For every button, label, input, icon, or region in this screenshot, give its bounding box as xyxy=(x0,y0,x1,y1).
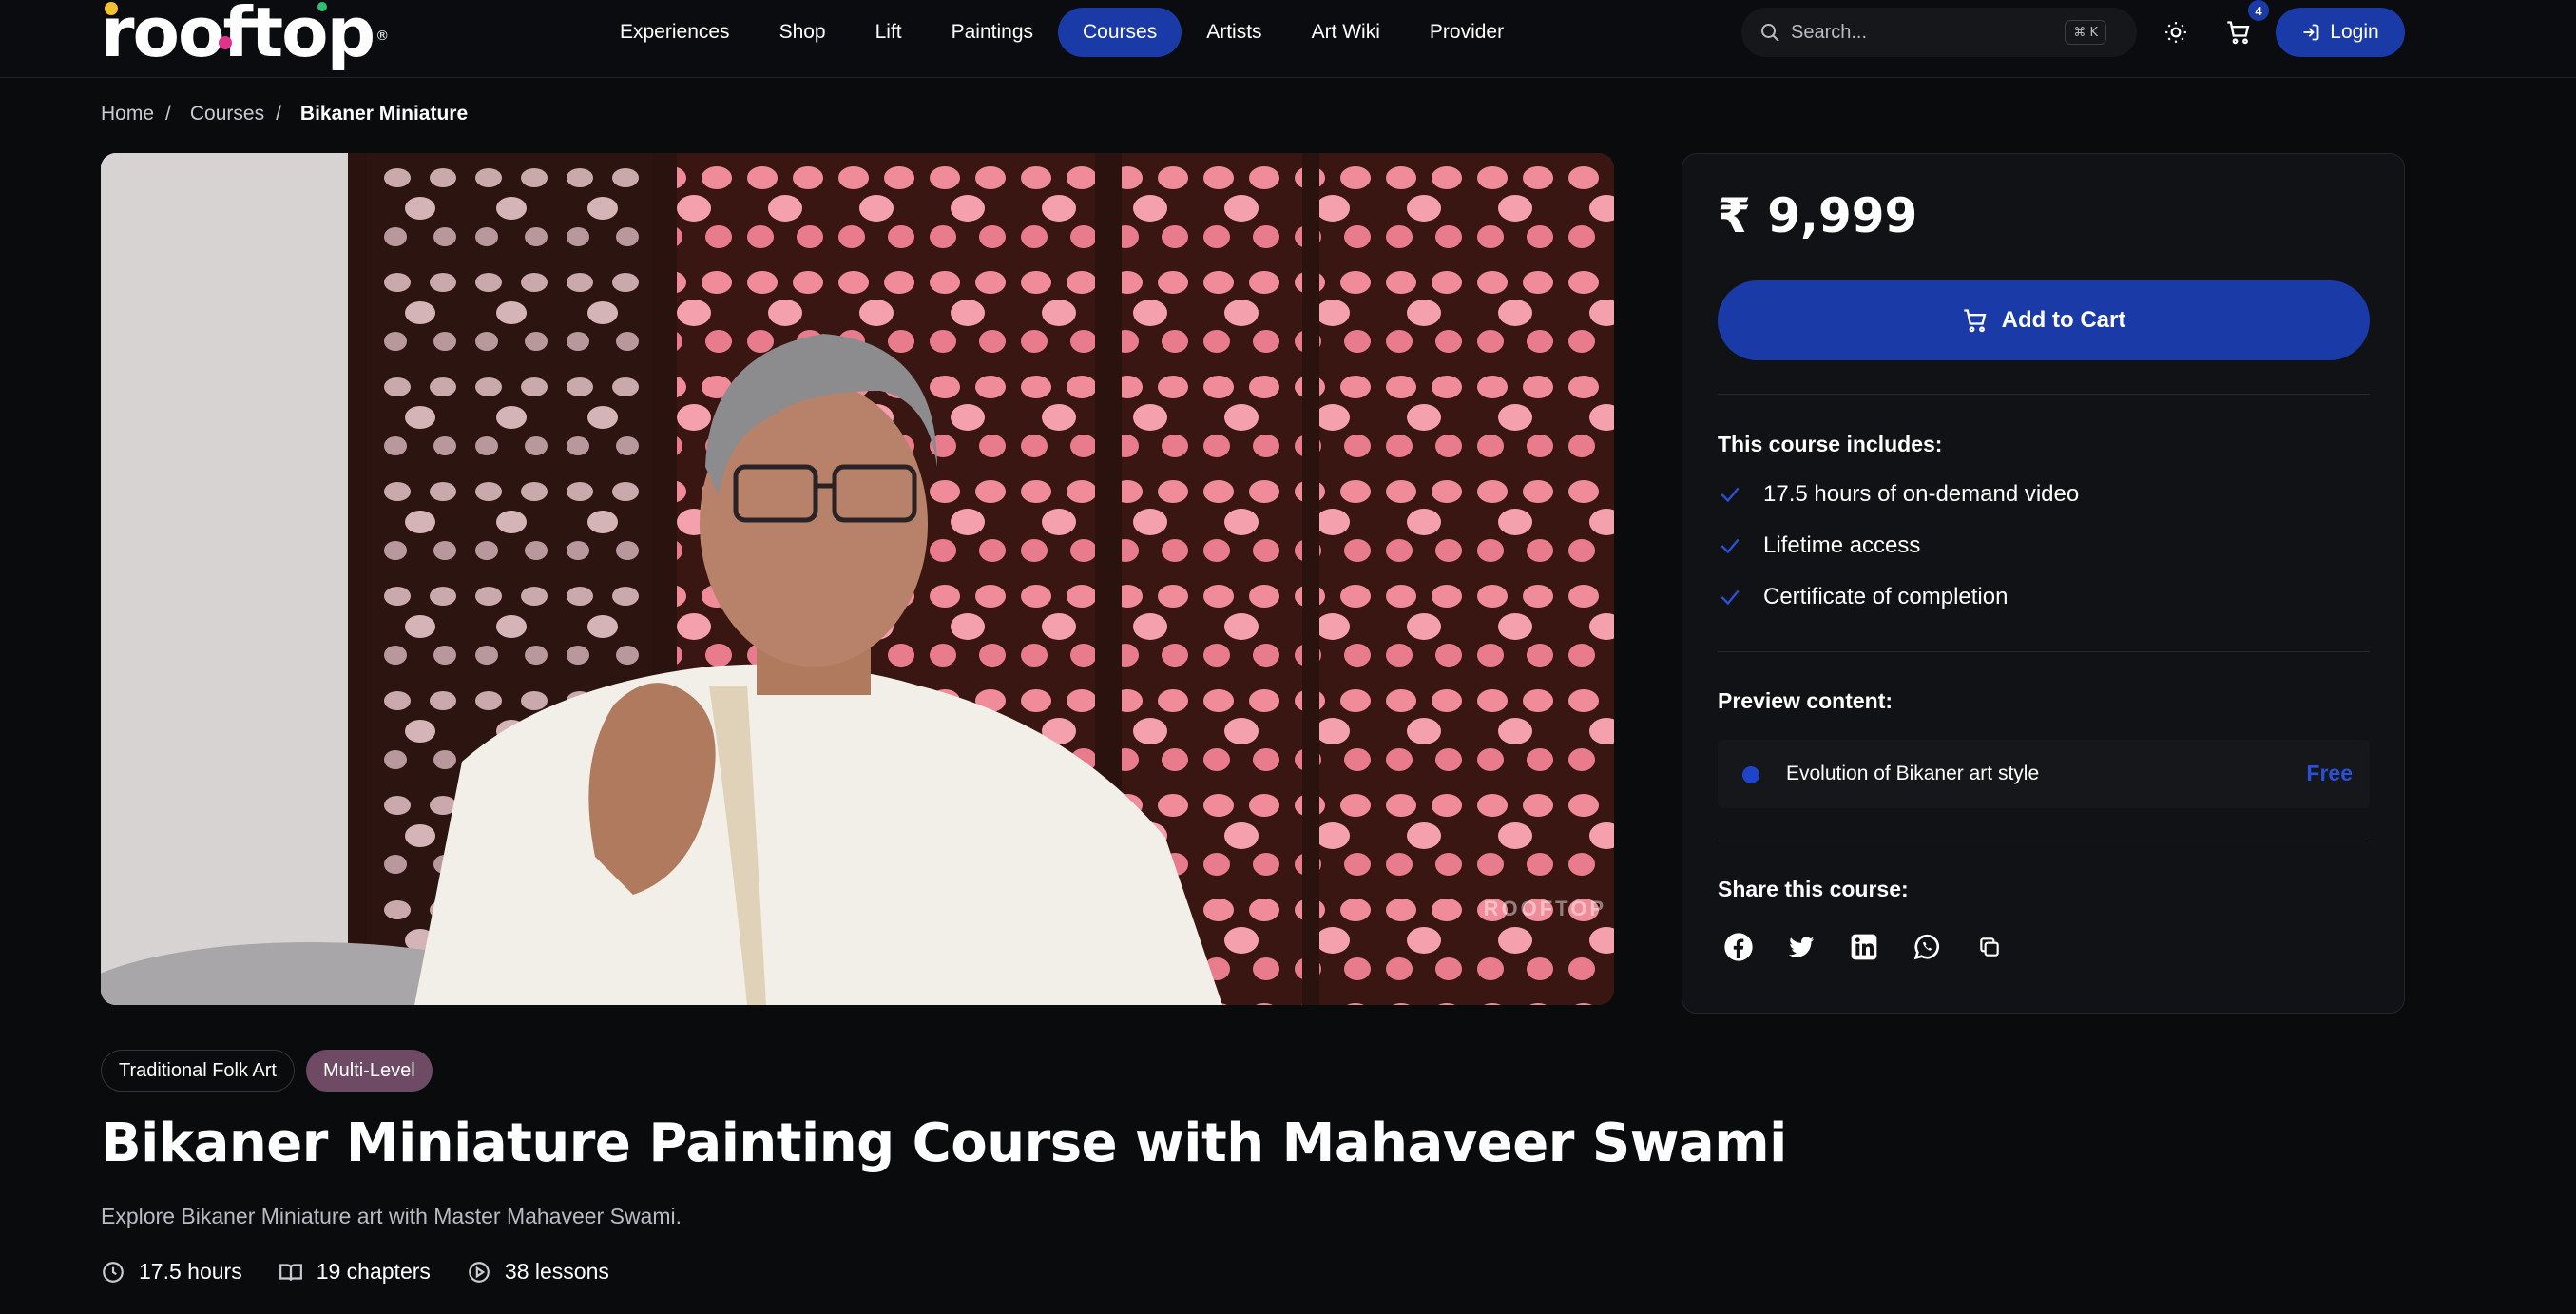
add-to-cart-label: Add to Cart xyxy=(2001,307,2126,333)
course-title: Bikaner Miniature Painting Course with M… xyxy=(101,1112,1787,1174)
include-item-label: Certificate of completion xyxy=(1763,584,2009,609)
logo-dot-green xyxy=(317,2,327,11)
course-stats: 17.5 hours 19 chapters 38 lessons xyxy=(101,1259,609,1285)
level-tag: Multi-Level xyxy=(306,1050,433,1092)
site-header: rooftop ® Experiences Shop Lift Paintings… xyxy=(0,0,2576,78)
nav-lift[interactable]: Lift xyxy=(851,8,927,57)
logo-text: rooftop xyxy=(101,0,375,72)
breadcrumb: Home / Courses / Bikaner Miniature xyxy=(101,103,468,126)
breadcrumb-current: Bikaner Miniature xyxy=(299,103,469,125)
logo-registered-mark: ® xyxy=(375,29,389,44)
book-icon xyxy=(279,1263,302,1281)
stat-chapters: 19 chapters xyxy=(279,1259,431,1285)
video-frame-illustration xyxy=(101,153,1614,1005)
search-shortcut: ⌘ K xyxy=(2065,20,2106,45)
breadcrumb-separator: / xyxy=(276,103,281,125)
divider xyxy=(1718,394,2370,395)
nav-provider[interactable]: Provider xyxy=(1405,8,1528,57)
nav-paintings[interactable]: Paintings xyxy=(927,8,1058,57)
theme-toggle-button[interactable] xyxy=(2157,13,2195,51)
check-icon xyxy=(1721,487,1740,503)
logo-dot-magenta xyxy=(219,36,232,49)
copy-link-button[interactable] xyxy=(1969,926,2010,968)
twitter-icon xyxy=(1788,937,1815,957)
breadcrumb-separator: / xyxy=(165,103,171,125)
login-button[interactable]: Login xyxy=(2276,8,2405,57)
include-item: Certificate of completion xyxy=(1718,584,2008,610)
breadcrumb-courses[interactable]: Courses xyxy=(190,103,264,126)
facebook-icon xyxy=(1724,933,1753,961)
share-heading: Share this course: xyxy=(1718,877,1909,901)
preview-heading: Preview content: xyxy=(1718,688,1894,713)
nav-artists[interactable]: Artists xyxy=(1182,8,1286,57)
course-tags: Traditional Folk Art Multi-Level xyxy=(101,1050,433,1092)
cart-icon xyxy=(2227,21,2250,45)
include-item: Lifetime access xyxy=(1718,532,1920,559)
main-nav: Experiences Shop Lift Paintings Courses … xyxy=(595,8,1528,57)
include-item-label: 17.5 hours of on-demand video xyxy=(1763,481,2080,507)
free-badge: Free xyxy=(2306,761,2353,785)
share-twitter-button[interactable] xyxy=(1780,926,1822,968)
stat-lessons-label: 38 lessons xyxy=(504,1259,609,1284)
search-box[interactable]: Search... ⌘ K xyxy=(1741,8,2137,57)
search-placeholder: Search... xyxy=(1791,22,1868,43)
check-icon xyxy=(1721,589,1740,606)
nav-experiences[interactable]: Experiences xyxy=(595,8,755,57)
include-item: 17.5 hours of on-demand video xyxy=(1718,481,2079,508)
category-tag[interactable]: Traditional Folk Art xyxy=(101,1050,295,1092)
includes-heading: This course includes: xyxy=(1718,432,1943,456)
add-to-cart-button[interactable]: Add to Cart xyxy=(1718,280,2370,360)
preview-bullet xyxy=(1742,766,1759,783)
check-icon xyxy=(1721,538,1740,554)
share-whatsapp-button[interactable] xyxy=(1906,926,1948,968)
cart-icon xyxy=(1964,309,1987,333)
stat-duration: 17.5 hours xyxy=(101,1259,242,1285)
share-buttons xyxy=(1718,926,2010,968)
stat-duration-label: 17.5 hours xyxy=(139,1259,242,1284)
purchase-card: ₹ 9,999 Add to Cart This course includes… xyxy=(1682,153,2405,1014)
video-watermark: ROOFTOP xyxy=(1483,897,1606,920)
divider xyxy=(1718,651,2370,652)
play-circle-icon xyxy=(469,1261,490,1283)
course-price: ₹ 9,999 xyxy=(1718,188,1918,243)
whatsapp-icon xyxy=(1913,934,1940,960)
course-video-player[interactable]: ROOFTOP xyxy=(101,153,1614,1005)
include-item-label: Lifetime access xyxy=(1763,532,1921,558)
copy-icon xyxy=(1980,937,1999,957)
preview-lesson[interactable]: Evolution of Bikaner art style Free xyxy=(1718,740,2370,808)
nav-shop[interactable]: Shop xyxy=(755,8,851,57)
stat-chapters-label: 19 chapters xyxy=(316,1259,431,1284)
cart-count-badge: 4 xyxy=(2248,0,2269,21)
share-facebook-button[interactable] xyxy=(1718,926,1759,968)
stat-lessons: 38 lessons xyxy=(467,1259,609,1285)
nav-courses[interactable]: Courses xyxy=(1058,8,1182,57)
breadcrumb-home[interactable]: Home xyxy=(101,103,154,126)
course-description: Explore Bikaner Miniature art with Maste… xyxy=(101,1204,682,1228)
preview-lesson-title: Evolution of Bikaner art style xyxy=(1786,763,2040,784)
site-logo[interactable]: rooftop ® xyxy=(101,0,389,72)
login-label: Login xyxy=(2330,21,2379,43)
sun-icon xyxy=(2165,22,2186,43)
linkedin-icon xyxy=(1851,934,1877,960)
share-linkedin-button[interactable] xyxy=(1843,926,1885,968)
login-icon xyxy=(2303,24,2319,41)
clock-icon xyxy=(103,1261,124,1283)
logo-dot-yellow xyxy=(105,2,118,15)
nav-art-wiki[interactable]: Art Wiki xyxy=(1287,8,1405,57)
search-icon xyxy=(1761,24,1779,42)
